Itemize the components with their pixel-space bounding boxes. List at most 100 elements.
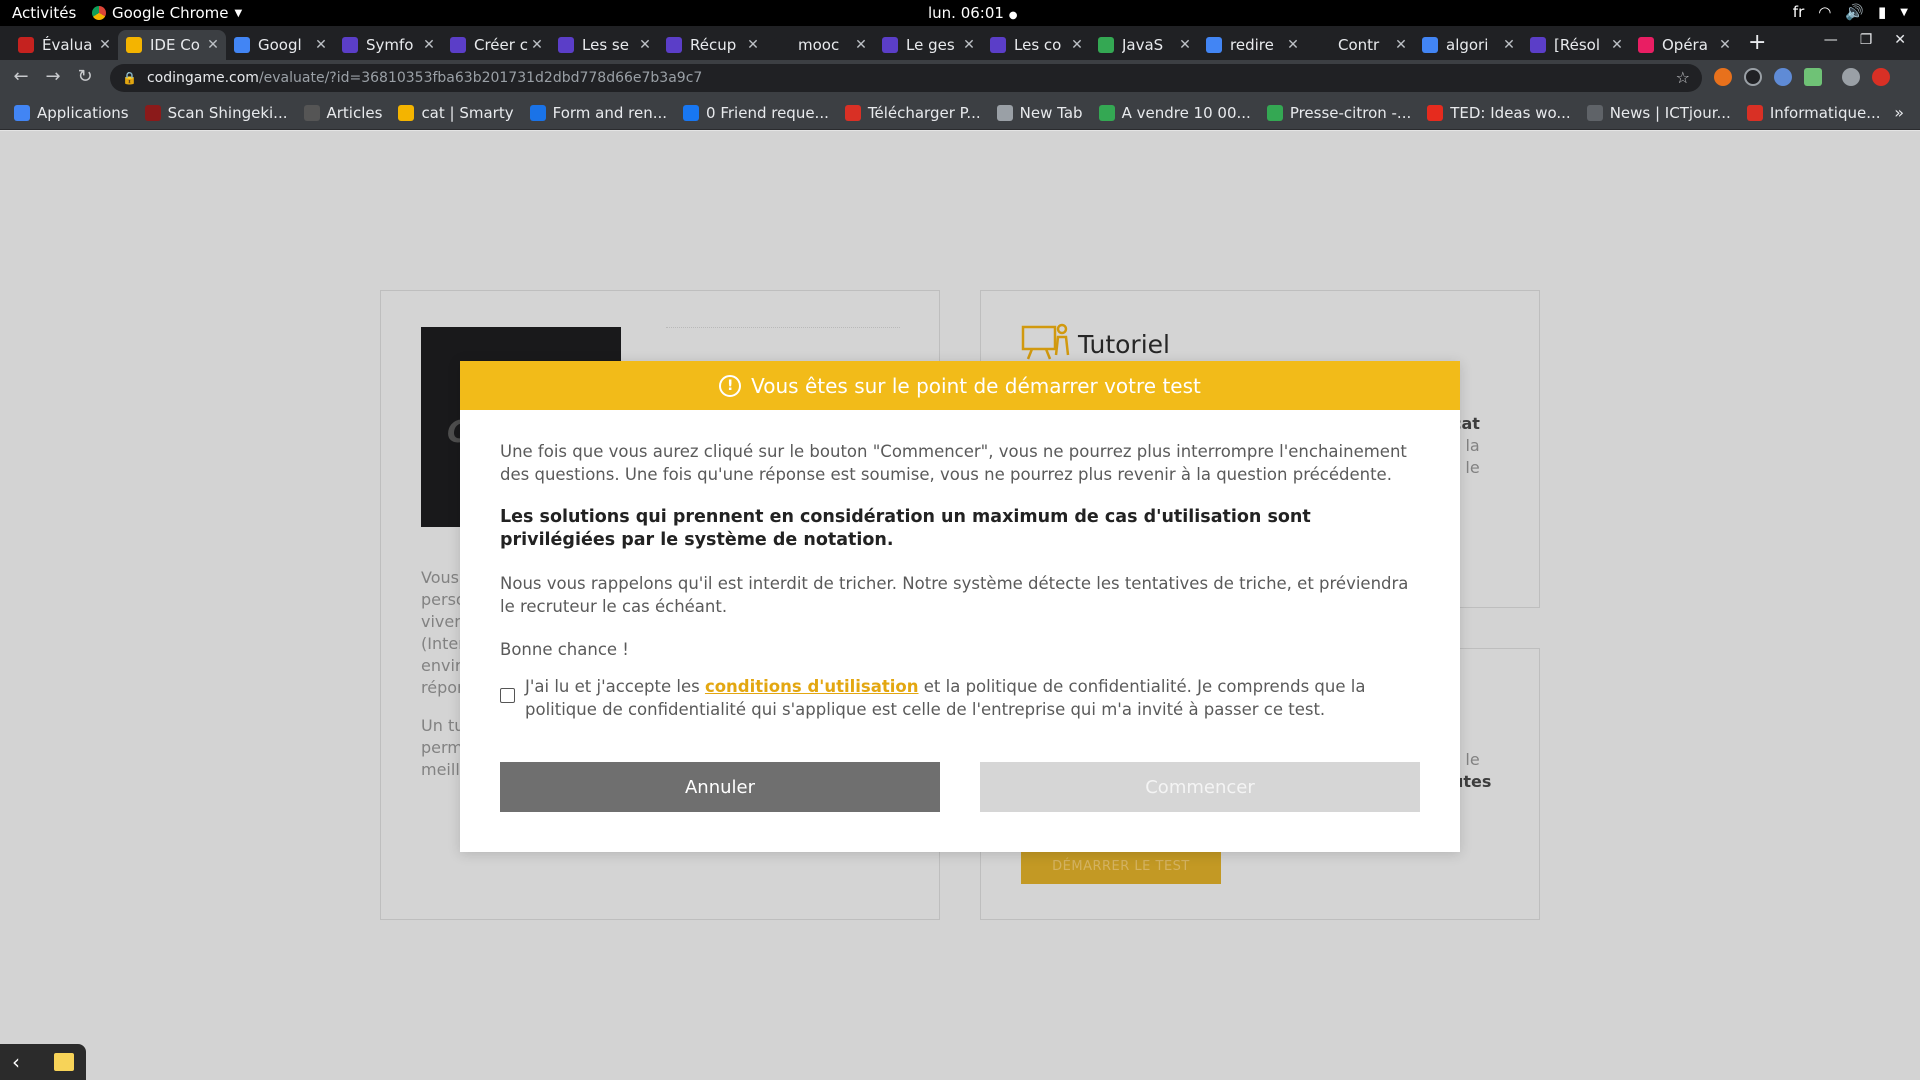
favicon-icon [882, 37, 898, 53]
tab-title: Le ges [906, 36, 955, 54]
tab-close-icon[interactable]: ✕ [1500, 37, 1518, 53]
tab-close-icon[interactable]: ✕ [420, 37, 438, 53]
tab-close-icon[interactable]: ✕ [1716, 37, 1734, 53]
clock[interactable]: lun. 06:01 ● [928, 4, 1017, 22]
minimize-icon[interactable]: — [1824, 32, 1838, 48]
tab[interactable]: redire ✕ [1198, 30, 1306, 60]
tab-close-icon[interactable]: ✕ [960, 37, 978, 53]
extension-icon[interactable] [1744, 68, 1762, 86]
tab-close-icon[interactable]: ✕ [744, 37, 762, 53]
tab-close-icon[interactable]: ✕ [204, 37, 222, 53]
volume-icon: 🔊 [1845, 3, 1865, 21]
bookmark-item[interactable]: 0 Friend reque... [683, 104, 829, 122]
bookmark-label: TED: Ideas wo... [1450, 103, 1571, 122]
tab-close-icon[interactable]: ✕ [636, 37, 654, 53]
notification-dot-icon: ● [1008, 10, 1018, 21]
bookmark-icon [683, 104, 700, 121]
system-tray[interactable]: fr ◠ 🔊 ▮ ▼ [1793, 3, 1908, 21]
activities-button[interactable]: Activités [12, 4, 76, 22]
consent-checkbox[interactable] [500, 688, 515, 703]
modal-body: Une fois que vous aurez cliqué sur le bo… [460, 410, 1460, 721]
bookmark-item[interactable]: Applications [14, 104, 129, 122]
tab[interactable]: Les co ✕ [982, 30, 1090, 60]
terms-link[interactable]: conditions d'utilisation [705, 677, 919, 696]
bookmark-item[interactable]: Form and ren... [529, 104, 667, 122]
reload-icon[interactable]: ↻ [73, 66, 97, 87]
tab-close-icon[interactable]: ✕ [1284, 37, 1302, 53]
bookmark-item[interactable]: New Tab [996, 104, 1083, 122]
favicon-icon [342, 37, 358, 53]
forward-icon[interactable]: → [41, 66, 65, 87]
bookmark-icon [398, 104, 415, 121]
chevron-left-icon[interactable]: ‹ [12, 1050, 20, 1074]
tab-close-icon[interactable]: ✕ [96, 37, 114, 53]
bookmark-label: Articles [326, 103, 383, 122]
favicon-icon [450, 37, 466, 53]
bookmarks-more-icon[interactable]: » [1894, 103, 1904, 122]
tab[interactable]: Récup ✕ [658, 30, 766, 60]
tab-close-icon[interactable]: ✕ [1392, 37, 1410, 53]
tab-title: Symfo [366, 36, 414, 54]
tab-title: Les se [582, 36, 629, 54]
bookmark-item[interactable]: News | ICTjour... [1586, 103, 1731, 122]
bookmark-item[interactable]: Télécharger P... [844, 104, 981, 122]
sticky-note-icon[interactable] [54, 1053, 74, 1071]
tab[interactable]: [Résol ✕ [1522, 30, 1630, 60]
bookmark-item[interactable]: TED: Ideas wo... [1427, 103, 1571, 122]
bookmark-label: Informatique... [1769, 103, 1881, 122]
close-window-icon[interactable]: ✕ [1894, 32, 1906, 48]
tab[interactable]: JavaS ✕ [1090, 30, 1198, 60]
bookmark-star-icon[interactable]: ☆ [1676, 68, 1690, 87]
tab-close-icon[interactable]: ✕ [1608, 37, 1626, 53]
extension-icon[interactable] [1714, 68, 1732, 86]
bookmark-label: cat | Smarty [421, 103, 514, 122]
profile-avatar[interactable] [1842, 68, 1860, 86]
tab[interactable]: mooc ✕ [766, 30, 874, 60]
modal-notice: Les solutions qui prennent en considérat… [500, 507, 1311, 550]
modal-paragraph: Une fois que vous aurez cliqué sur le bo… [500, 442, 1407, 484]
bookmark-item[interactable]: Informatique... [1746, 103, 1881, 122]
tab-close-icon[interactable]: ✕ [528, 37, 546, 53]
favicon-icon [1314, 37, 1330, 53]
maximize-icon[interactable]: ❐ [1860, 32, 1873, 48]
address-bar[interactable]: 🔒 codingame.com/evaluate/?id=36810353fba… [110, 64, 1702, 92]
tab-close-icon[interactable]: ✕ [312, 37, 330, 53]
bookmark-item[interactable]: cat | Smarty [398, 103, 514, 122]
bookmark-item[interactable]: Articles [303, 103, 383, 122]
tab[interactable]: algori ✕ [1414, 30, 1522, 60]
bookmark-item[interactable]: Scan Shingeki... [144, 104, 288, 122]
bookmark-label: A vendre 10 00... [1121, 103, 1251, 122]
bookmark-label: Presse-citron -... [1289, 103, 1412, 122]
bookmark-icon [144, 104, 161, 121]
tab[interactable]: IDE Co ✕ [118, 30, 226, 60]
tab-title: Opéra [1662, 36, 1708, 54]
favicon-icon [1530, 37, 1546, 53]
new-tab-button[interactable]: + [1748, 30, 1766, 55]
back-icon[interactable]: ← [9, 66, 33, 87]
app-menu[interactable]: Google Chrome ▼ [92, 4, 242, 22]
extension-icon[interactable] [1804, 68, 1822, 86]
bookmark-label: 0 Friend reque... [706, 103, 829, 122]
bookmark-label: News | ICTjour... [1609, 103, 1731, 122]
update-icon[interactable] [1872, 68, 1890, 86]
tab[interactable]: Opéra ✕ [1630, 30, 1738, 60]
bookmark-item[interactable]: Presse-citron -... [1266, 103, 1412, 122]
tab-close-icon[interactable]: ✕ [852, 37, 870, 53]
start-button[interactable]: Commencer [980, 762, 1420, 812]
tab[interactable]: Évalua ✕ [10, 30, 118, 60]
tab-close-icon[interactable]: ✕ [1068, 37, 1086, 53]
tab[interactable]: Googl ✕ [226, 30, 334, 60]
language-indicator[interactable]: fr [1793, 3, 1804, 21]
tab[interactable]: Symfo ✕ [334, 30, 442, 60]
bookmark-item[interactable]: A vendre 10 00... [1098, 103, 1251, 122]
tab[interactable]: Contr ✕ [1306, 30, 1414, 60]
bookmark-icon [303, 104, 320, 121]
tab[interactable]: Créer c ✕ [442, 30, 550, 60]
modal-paragraph: Nous vous rappelons qu'il est interdit d… [500, 574, 1409, 616]
extension-icon[interactable] [1774, 68, 1792, 86]
tab[interactable]: Le ges ✕ [874, 30, 982, 60]
tab[interactable]: Les se ✕ [550, 30, 658, 60]
app-name: Google Chrome [112, 4, 229, 22]
cancel-button[interactable]: Annuler [500, 762, 940, 812]
tab-close-icon[interactable]: ✕ [1176, 37, 1194, 53]
